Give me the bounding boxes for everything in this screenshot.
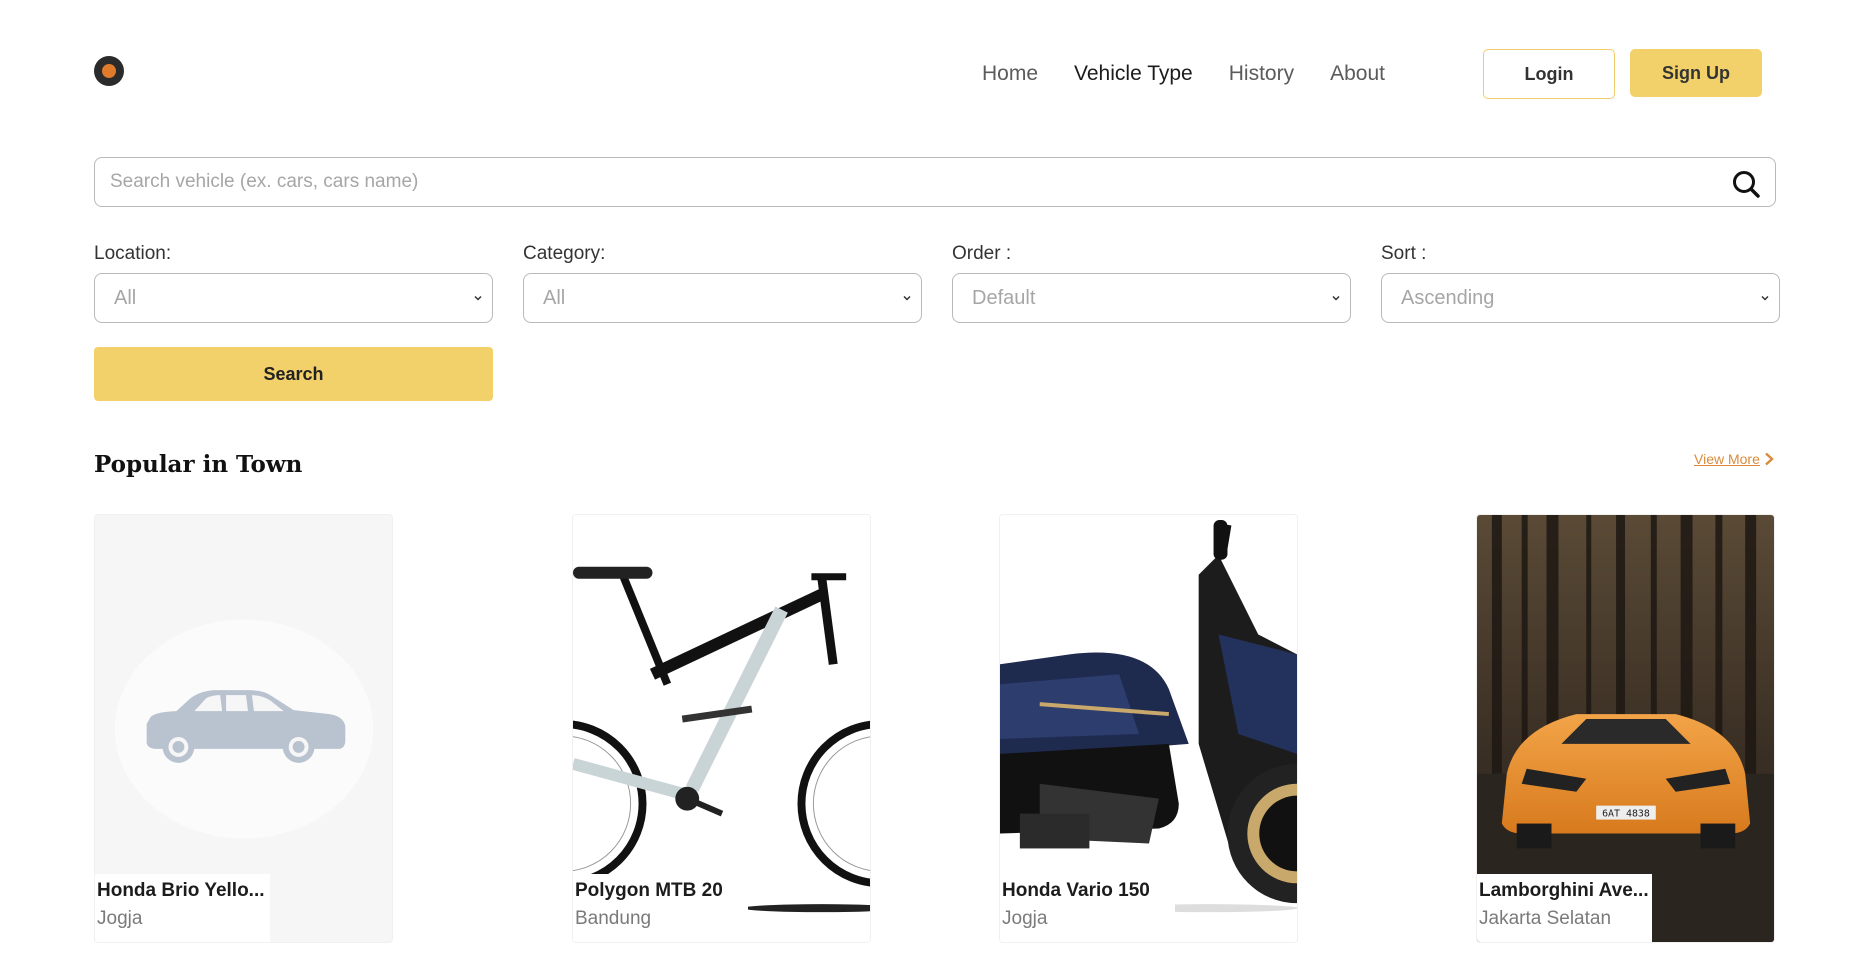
nav-home[interactable]: Home: [982, 62, 1038, 86]
signup-button[interactable]: Sign Up: [1630, 49, 1762, 97]
category-label: Category:: [523, 243, 606, 264]
card-info: Lamborghini Ave... Jakarta Selatan: [1477, 874, 1652, 942]
location-select[interactable]: All: [94, 273, 493, 323]
vehicle-location: Bandung: [575, 908, 652, 929]
view-more-label: View More: [1694, 451, 1760, 467]
vehicle-card[interactable]: 6AT 4838 Lamborghini Ave... Jakarta Sela…: [1476, 514, 1775, 943]
nav-history[interactable]: History: [1229, 62, 1294, 86]
sort-label: Sort :: [1381, 243, 1427, 264]
category-filter: Category: All: [523, 243, 922, 323]
vehicle-card[interactable]: Honda Brio Yello... Jogja: [94, 514, 393, 943]
search-icon[interactable]: [1731, 169, 1761, 199]
chevron-right-icon: [1765, 452, 1774, 466]
vehicle-name: Honda Brio Yello...: [97, 880, 265, 901]
svg-text:6AT 4838: 6AT 4838: [1602, 809, 1650, 820]
chevron-down-icon: [1761, 295, 1769, 301]
category-select[interactable]: All: [523, 273, 922, 323]
sort-filter: Sort : Ascending: [1381, 243, 1780, 323]
sort-select[interactable]: Ascending: [1381, 273, 1780, 323]
location-selected-value: All: [114, 286, 137, 309]
order-filter: Order : Default: [952, 243, 1351, 323]
card-info: Honda Vario 150 Jogja: [1000, 874, 1175, 942]
vehicle-name: Lamborghini Ave...: [1479, 880, 1649, 901]
card-info: Honda Brio Yello... Jogja: [95, 874, 270, 942]
chevron-down-icon: [474, 295, 482, 301]
order-label: Order :: [952, 243, 1012, 264]
vehicle-location: Jakarta Selatan: [1479, 908, 1612, 929]
chevron-down-icon: [1332, 295, 1340, 301]
nav-vehicle-type[interactable]: Vehicle Type: [1074, 62, 1193, 86]
view-more-link[interactable]: View More: [1694, 451, 1774, 467]
search-button[interactable]: Search: [94, 347, 493, 401]
location-filter: Location: All: [94, 243, 493, 323]
vehicle-location: Jogja: [1002, 908, 1048, 929]
search-input[interactable]: [95, 158, 1775, 206]
vehicle-card[interactable]: Honda Vario 150 Jogja: [999, 514, 1298, 943]
vehicle-location: Jogja: [97, 908, 143, 929]
chevron-down-icon: [903, 295, 911, 301]
card-info: Polygon MTB 20 Bandung: [573, 874, 748, 942]
logo-icon[interactable]: [94, 56, 124, 86]
search-bar: [94, 157, 1776, 207]
nav-about[interactable]: About: [1330, 62, 1385, 86]
login-button[interactable]: Login: [1483, 49, 1615, 99]
vehicle-name: Polygon MTB 20: [575, 880, 723, 901]
location-label: Location:: [94, 243, 172, 264]
category-selected-value: All: [543, 286, 566, 309]
vehicle-card[interactable]: Polygon MTB 20 Bandung: [572, 514, 871, 943]
section-title: Popular in Town: [94, 451, 303, 478]
sort-selected-value: Ascending: [1401, 286, 1495, 309]
order-selected-value: Default: [972, 286, 1036, 309]
order-select[interactable]: Default: [952, 273, 1351, 323]
main-nav: Home Vehicle Type History About: [982, 62, 1385, 86]
vehicle-name: Honda Vario 150: [1002, 880, 1150, 901]
